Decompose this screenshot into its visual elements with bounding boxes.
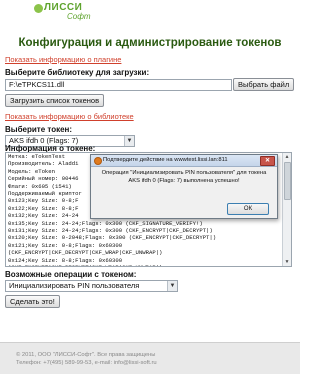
do-it-button[interactable]: Сделать это!	[5, 295, 60, 308]
scroll-down-icon[interactable]: ▼	[283, 258, 291, 266]
show-plugin-info-link[interactable]: Показать информацию о плагине	[5, 55, 121, 64]
dialog-titlebar: Подтвердите действие на wwwtest.lissi.la…	[91, 155, 277, 167]
token-info-line: 0x121;Key Size: 0-8;Flags: 0x60300	[8, 241, 123, 249]
token-info-line: (CKF_ENCRYPT|CKF_DECRYPT|CKF_WRAP|CKF_UN…	[6, 264, 291, 266]
scroll-up-icon[interactable]: ▲	[283, 153, 291, 161]
library-path-input[interactable]: F:\eTPKCS11.dll	[5, 79, 232, 91]
footer: © 2011, ООО "ЛИССИ-Софт". Все права защи…	[0, 342, 300, 374]
ok-button[interactable]: ОК	[227, 203, 269, 215]
confirm-dialog: Подтвердите действие на wwwtest.lissi.la…	[90, 154, 278, 219]
logo-sub: Софт	[67, 12, 91, 21]
token-info-line: 0x120;Key Size: 0-2048;Flags: 0x300 (CKF…	[8, 234, 217, 242]
logo-mark-icon	[34, 4, 43, 13]
chevron-down-icon: ▼	[124, 136, 134, 146]
select-library-label: Выберите библиотеку для загрузки:	[5, 68, 150, 77]
operation-select-value: Инициализировать PIN пользователя	[9, 281, 140, 290]
dialog-message: Операция "Инициализировать PIN пользоват…	[101, 170, 267, 184]
footer-copyright: © 2011, ООО "ЛИССИ-Софт". Все права защи…	[16, 352, 156, 358]
scroll-thumb[interactable]	[284, 162, 291, 200]
operations-label: Возможные операции с токеном:	[5, 270, 137, 279]
operation-select[interactable]: Инициализировать PIN пользователя ▼	[5, 280, 178, 292]
token-info-line: 0x131;Key Size: 24-24;Flags: 0x300 (CKF_…	[8, 227, 213, 235]
select-token-label: Выберите токен:	[5, 125, 73, 134]
chevron-down-icon: ▼	[167, 281, 177, 291]
footer-contacts: Телефон: +7(495) 589-99-53, e-mail: info…	[16, 360, 157, 366]
close-icon[interactable]: ✕	[260, 156, 275, 166]
token-info-line: 0x124;Key Size: 8-8;Flags: 0x60300	[8, 256, 123, 264]
browser-icon	[94, 157, 102, 165]
token-info-line: (CKF_ENCRYPT|CKF_DECRYPT|CKF_WRAP|CKF_UN…	[8, 249, 163, 257]
show-library-info-link[interactable]: Показать информацию о библиотеке	[5, 112, 134, 121]
token-info-scrollbar[interactable]: ▲ ▼	[282, 153, 291, 266]
choose-file-button[interactable]: Выбрать файл	[233, 78, 295, 91]
lissi-logo: ЛИССИ Софт	[34, 2, 114, 24]
page-title: Конфигурация и администрирование токенов	[18, 37, 282, 49]
dialog-title: Подтвердите действие на wwwtest.lissi.la…	[103, 157, 228, 163]
token-info-line: 0x135;Key Size: 24-24;Flags: 0x300 (CKF_…	[8, 219, 203, 227]
load-tokens-button[interactable]: Загрузить список токенов	[5, 94, 105, 107]
